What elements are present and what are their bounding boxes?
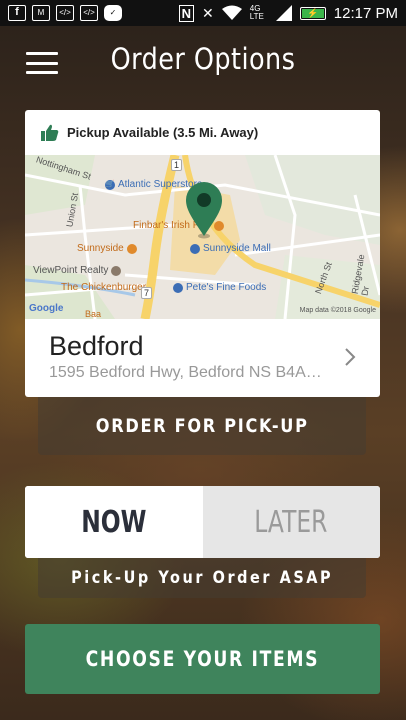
chevron-right-icon[interactable]: [344, 347, 356, 367]
facebook-icon: f: [8, 5, 26, 21]
thumbs-up-icon: [41, 124, 59, 141]
cart-icon: [173, 282, 183, 293]
now-option[interactable]: NOW: [25, 486, 203, 558]
store-map[interactable]: Nottingham St Union St 🛒 Atlantic Supers…: [25, 155, 380, 319]
battery-icon: ⚡: [299, 6, 326, 20]
map-poi-sunnyside-mall: Sunnyside Mall: [190, 243, 271, 254]
later-option[interactable]: LATER: [202, 486, 380, 558]
location-card: Pickup Available (3.5 Mi. Away) Nottingh…: [25, 110, 380, 397]
gmail-icon: M: [32, 5, 50, 21]
restaurant-icon: [126, 243, 137, 254]
map-poi-petes: Pete's Fine Foods: [173, 282, 266, 293]
map-attribution: Map data ©2018 Google: [299, 307, 376, 314]
chat-icon: ✓: [104, 5, 122, 21]
store-address: 1595 Bedford Hwy, Bedford NS B4A…: [49, 364, 322, 381]
code-icon: </>: [80, 5, 98, 21]
map-poi-sunnyside: Sunnyside: [77, 243, 137, 254]
nfc-icon: N: [178, 4, 195, 22]
clock: 12:17 PM: [333, 4, 398, 22]
store-selector[interactable]: Bedford 1595 Bedford Hwy, Bedford NS B4A…: [25, 319, 380, 397]
signal-icon: [275, 5, 292, 21]
shopping-icon: [190, 243, 200, 254]
pickup-status-row: Pickup Available (3.5 Mi. Away): [25, 110, 380, 155]
store-name: Bedford: [49, 331, 144, 361]
map-route-1: 1: [171, 159, 183, 171]
map-poi-viewpoint: ViewPoint Realty: [33, 265, 122, 276]
wifi-icon: [221, 5, 242, 20]
mute-icon: ✕: [202, 4, 214, 21]
timing-toggle: NOW LATER: [25, 486, 380, 558]
google-logo: Google: [29, 303, 64, 314]
map-pin-icon[interactable]: [184, 180, 224, 240]
code-icon: </>: [56, 5, 74, 21]
map-route-7: 7: [141, 287, 153, 299]
status-bar: f M </> </> ✓ N ✕ 4G LTE ⚡ 12:17 PM: [0, 0, 406, 26]
timing-description: Pick-Up Your Order ASAP: [38, 558, 366, 598]
order-for-pickup-button[interactable]: ORDER FOR PICK-UP: [38, 397, 366, 455]
map-poi-chickenburger: The Chickenburger: [61, 282, 147, 293]
app-header: Order Options: [0, 26, 406, 96]
cart-icon: 🛒: [105, 179, 115, 190]
network-type: 4G LTE: [249, 4, 264, 21]
pickup-status-text: Pickup Available (3.5 Mi. Away): [67, 125, 259, 140]
business-icon: [111, 265, 122, 276]
choose-items-button[interactable]: CHOOSE YOUR ITEMS: [25, 624, 380, 694]
map-label-baa: Baa: [85, 309, 102, 319]
page-title: Order Options: [110, 42, 296, 76]
